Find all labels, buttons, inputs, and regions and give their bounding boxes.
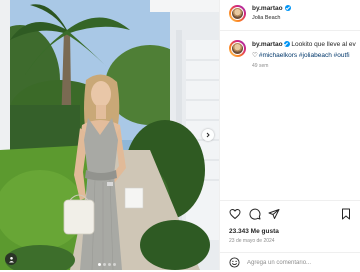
location-link[interactable]: Jolia Beach (252, 15, 280, 21)
post-photo-image (0, 0, 219, 270)
next-photo-button[interactable] (202, 129, 214, 141)
verified-badge-icon (283, 41, 290, 47)
username-text[interactable]: by.martao (252, 5, 283, 12)
post-header: by.martao Jolia Beach (220, 0, 360, 31)
comment-input[interactable] (247, 256, 359, 269)
share-send-icon[interactable] (268, 208, 280, 220)
likes-count[interactable]: 23.343 Me gusta (229, 228, 279, 235)
instagram-post: by.martao Jolia Beach by.martao Lookito … (0, 0, 360, 270)
header-username[interactable]: by.martao (252, 5, 292, 12)
emoji-icon[interactable] (229, 257, 240, 268)
carousel-dot (103, 263, 106, 266)
carousel-dot (108, 263, 111, 266)
user-tag-icon (8, 256, 14, 262)
tagged-users-button[interactable] (5, 253, 17, 265)
carousel-dot (98, 263, 101, 266)
comment-row (220, 252, 360, 272)
post-side-panel: by.martao Jolia Beach by.martao Lookito … (219, 0, 360, 270)
caption: by.martao Lookito que lleve al ev ♡#mich… (220, 38, 360, 78)
heart-outline-icon: ♡ (252, 52, 258, 59)
carousel-dot (113, 263, 116, 266)
post-date: 23 de mayo de 2024 (229, 238, 275, 244)
save-bookmark-icon[interactable] (340, 208, 352, 220)
caption-text: Lookito que lleve al ev (291, 41, 356, 48)
avatar[interactable] (229, 5, 246, 22)
like-heart-icon[interactable] (229, 208, 241, 220)
caption-avatar[interactable] (229, 40, 246, 57)
post-actions: 23.343 Me gusta 23 de mayo de 2024 (220, 200, 360, 271)
caption-timestamp: 49 sem (252, 63, 269, 69)
carousel-indicator (98, 263, 116, 266)
post-photo[interactable] (0, 0, 219, 270)
caption-hashtags[interactable]: #michaelkors #joliabeach #outfi (259, 52, 350, 59)
caption-hashtags-line: ♡#michaelkors #joliabeach #outfi (252, 51, 350, 59)
chevron-right-icon (206, 132, 210, 138)
caption-username[interactable]: by.martao (252, 41, 283, 48)
comment-icon[interactable] (249, 208, 261, 220)
verified-badge-icon (285, 5, 292, 11)
caption-line: by.martao Lookito que lleve al ev (252, 41, 356, 48)
